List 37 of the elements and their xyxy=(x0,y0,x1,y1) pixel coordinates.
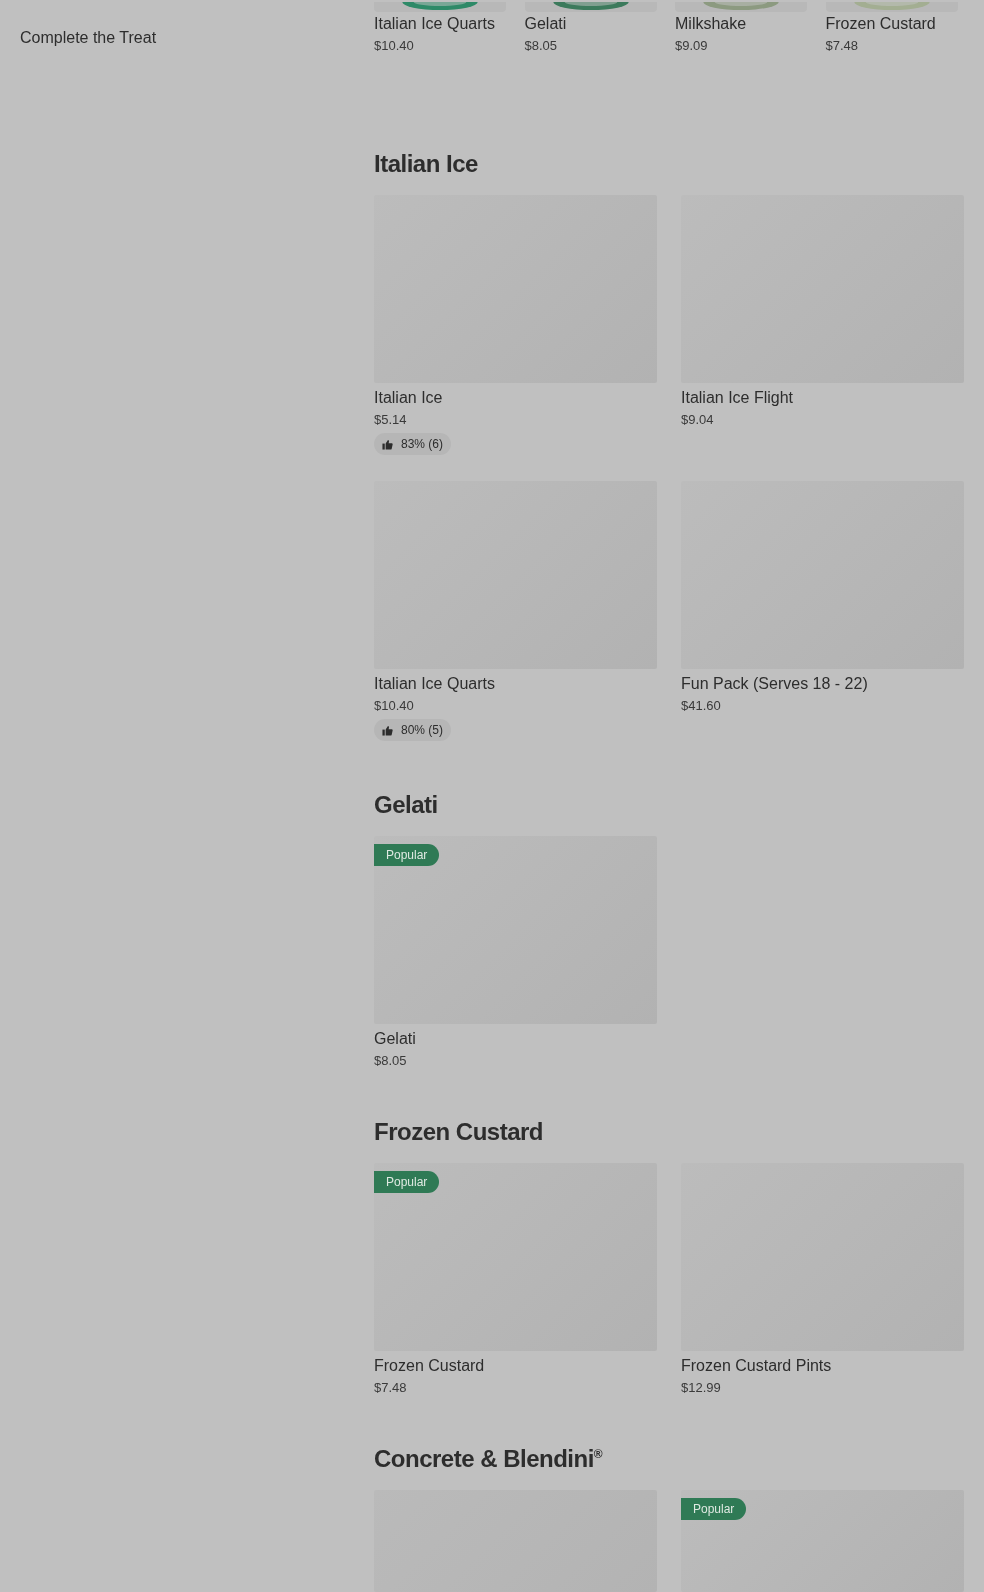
section-heading: Frozen Custard xyxy=(374,1118,544,1146)
product-name[interactable]: Italian Ice Quarts xyxy=(374,675,495,693)
product-price: $9.09 xyxy=(675,38,709,53)
popular-badge: Popular xyxy=(681,1498,747,1520)
rating-text: 80% (5) xyxy=(401,723,444,737)
popular-badge: Popular xyxy=(374,1171,440,1193)
product-price: $8.05 xyxy=(524,38,559,53)
thumbs-up-icon xyxy=(382,438,393,450)
product-price: $8.05 xyxy=(374,1053,407,1068)
section-heading: Gelati xyxy=(374,791,439,819)
popular-badge: Popular xyxy=(374,844,440,866)
sidebar-item[interactable]: Complete the Treat xyxy=(20,29,157,47)
image-placeholder[interactable]: Popular xyxy=(374,836,657,1024)
product-price: $9.04 xyxy=(681,412,714,427)
product-price: $10.40 xyxy=(374,38,415,53)
image-placeholder[interactable]: Popular xyxy=(681,1490,964,1592)
thumbs-up-icon xyxy=(382,724,393,736)
product-name[interactable]: Gelati xyxy=(524,15,663,33)
product-price: $10.40 xyxy=(374,698,414,713)
product-name[interactable]: Milkshake xyxy=(675,15,814,33)
product-name[interactable]: Italian Ice xyxy=(374,389,443,407)
product-price: $5.14 xyxy=(374,412,407,427)
product-name[interactable]: Frozen Custard Pints xyxy=(681,1357,832,1375)
product-price: $12.99 xyxy=(681,1380,721,1395)
product-name[interactable]: Gelati xyxy=(374,1030,416,1048)
product-name[interactable]: Frozen Custard xyxy=(825,15,964,33)
product-name[interactable]: Italian Ice Flight xyxy=(681,389,794,407)
product-price: $7.48 xyxy=(825,38,860,53)
image-placeholder[interactable]: Popular xyxy=(374,1163,657,1351)
product-name[interactable]: Fun Pack (Serves 18 - 22) xyxy=(681,675,868,693)
rating-text: 83% (6) xyxy=(401,437,444,451)
product-price: $7.48 xyxy=(374,1380,407,1395)
section-heading: Italian Ice xyxy=(374,150,479,178)
product-price: $41.60 xyxy=(681,698,721,713)
product-name[interactable]: Frozen Custard xyxy=(374,1357,485,1375)
product-name[interactable]: Italian Ice Quarts xyxy=(374,15,513,33)
section-heading: Concrete & Blendini$^{®}$ xyxy=(374,1445,604,1473)
